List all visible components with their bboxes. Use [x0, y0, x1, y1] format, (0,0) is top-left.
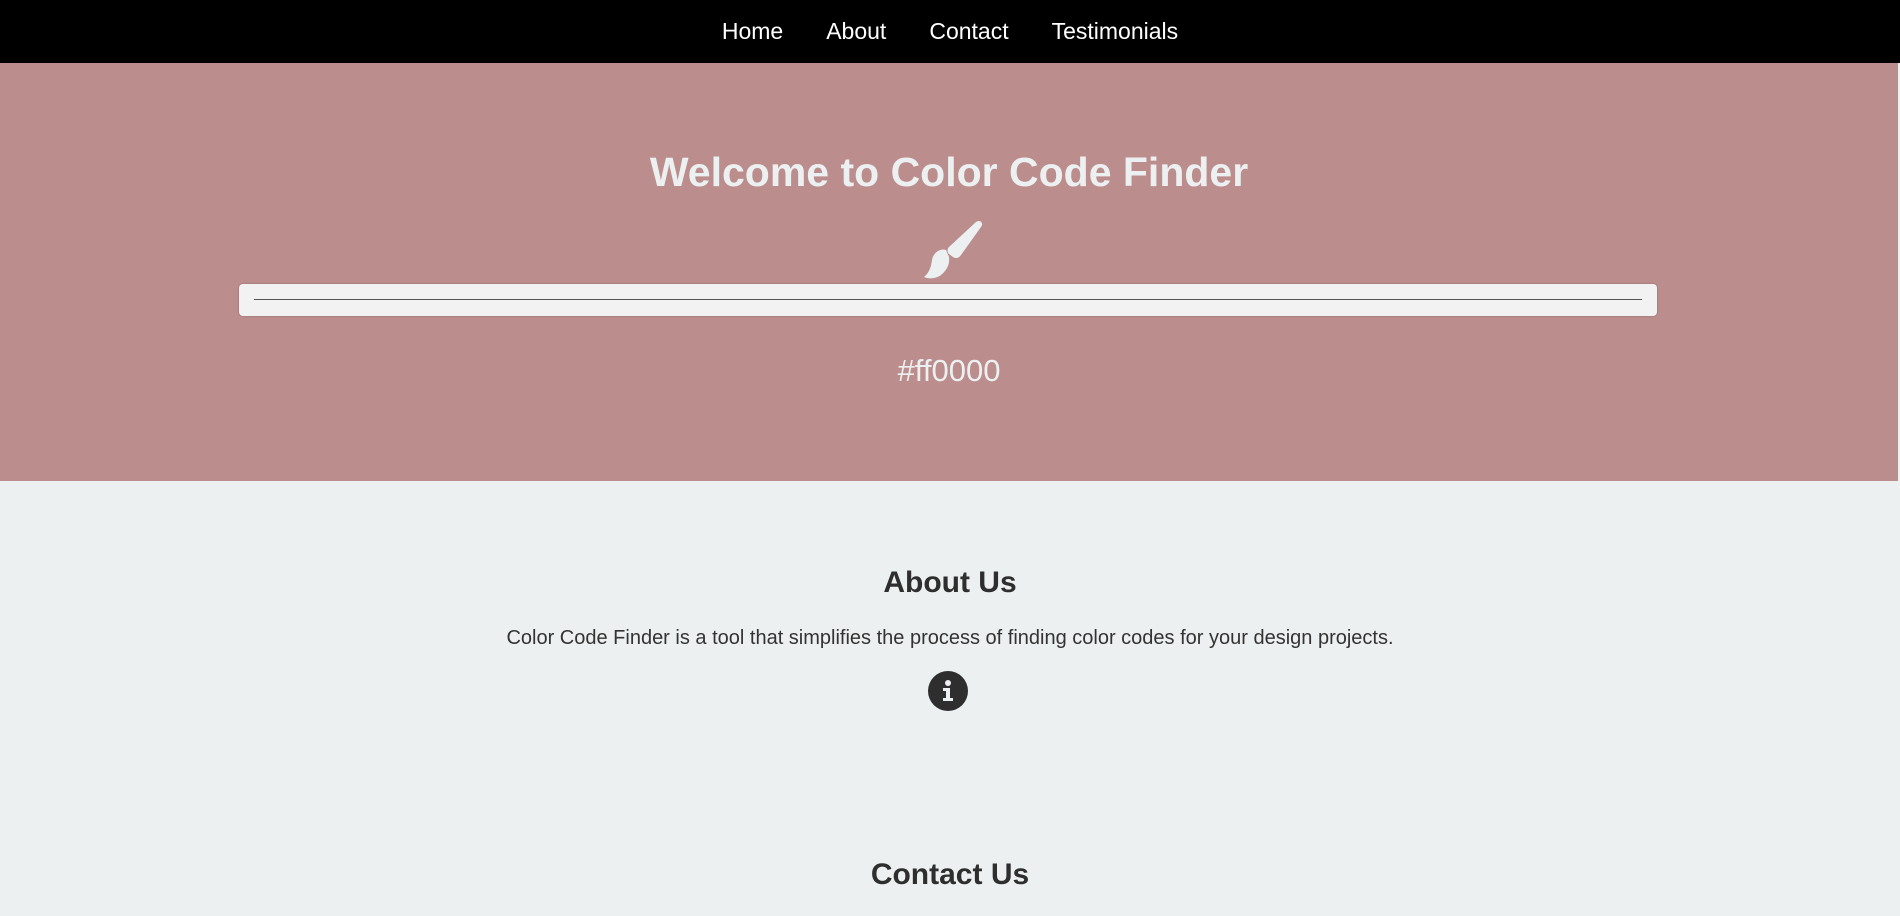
- paintbrush-icon: [924, 220, 983, 279]
- nav-link-about[interactable]: About: [826, 18, 886, 45]
- about-title: About Us: [883, 566, 1017, 599]
- about-description: Color Code Finder is a tool that simplif…: [506, 627, 1394, 649]
- contact-title: Contact Us: [870, 858, 1030, 891]
- hero-title: Welcome to Color Code Finder: [649, 149, 1249, 195]
- nav-link-home[interactable]: Home: [722, 18, 783, 45]
- hero-section: Welcome to Color Code Finder #ff0000: [0, 63, 1898, 481]
- nav-link-contact[interactable]: Contact: [929, 18, 1008, 45]
- color-picker-input[interactable]: [239, 284, 1657, 316]
- color-picker-swatch-line: [254, 299, 1642, 300]
- top-navigation: Home About Contact Testimonials: [0, 0, 1900, 63]
- nav-link-testimonials[interactable]: Testimonials: [1052, 18, 1179, 45]
- info-icon: [928, 671, 968, 711]
- hex-code-display: #ff0000: [897, 353, 1001, 388]
